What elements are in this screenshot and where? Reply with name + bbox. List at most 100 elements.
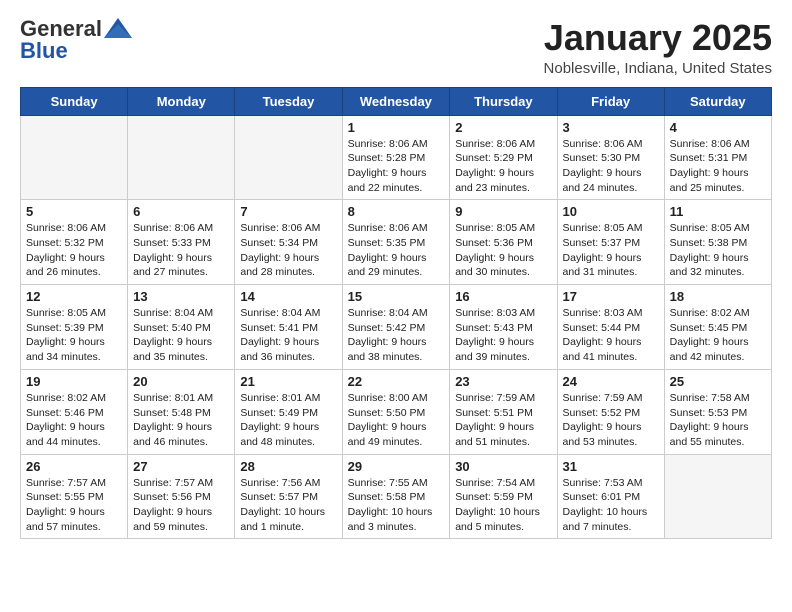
day-number: 1 xyxy=(348,120,445,135)
calendar-header-friday: Friday xyxy=(557,87,664,115)
calendar-day-cell xyxy=(128,115,235,200)
day-number: 12 xyxy=(26,289,122,304)
calendar-day-cell: 15Sunrise: 8:04 AMSunset: 5:42 PMDayligh… xyxy=(342,285,450,370)
calendar-day-cell: 13Sunrise: 8:04 AMSunset: 5:40 PMDayligh… xyxy=(128,285,235,370)
calendar-day-cell: 5 Sunrise: 8:06 AMSunset: 5:32 PMDaylight… xyxy=(21,200,128,285)
day-info: Sunrise: 8:05 AMSunset: 5:38 PMDaylight:… xyxy=(670,221,766,280)
calendar-day-cell: 10Sunrise: 8:05 AMSunset: 5:37 PMDayligh… xyxy=(557,200,664,285)
calendar-day-cell: 26 Sunrise: 7:57 AMSunset: 5:55 PMDayligh… xyxy=(21,454,128,539)
calendar-day-cell: 16 Sunrise: 8:03 AMSunset: 5:43 PMDayligh… xyxy=(450,285,557,370)
calendar-day-cell: 21Sunrise: 8:01 AMSunset: 5:49 PMDayligh… xyxy=(235,369,342,454)
calendar-day-cell: 18 Sunrise: 8:02 AMSunset: 5:45 PMDayligh… xyxy=(664,285,771,370)
day-info: Sunrise: 8:02 AMSunset: 5:45 PMDaylight:… xyxy=(670,306,766,365)
calendar-header-saturday: Saturday xyxy=(664,87,771,115)
day-info: Sunrise: 8:04 AMSunset: 5:41 PMDaylight:… xyxy=(240,306,336,365)
day-info: Sunrise: 8:06 AMSunset: 5:33 PMDaylight:… xyxy=(133,221,229,280)
day-info: Sunrise: 8:01 AMSunset: 5:48 PMDaylight:… xyxy=(133,391,229,450)
day-info: Sunrise: 8:06 AMSunset: 5:35 PMDaylight:… xyxy=(348,221,445,280)
day-number: 17 xyxy=(563,289,659,304)
day-info: Sunrise: 8:04 AMSunset: 5:40 PMDaylight:… xyxy=(133,306,229,365)
calendar-day-cell: 8 Sunrise: 8:06 AMSunset: 5:35 PMDaylight… xyxy=(342,200,450,285)
calendar-day-cell: 1 Sunrise: 8:06 AMSunset: 5:28 PMDaylight… xyxy=(342,115,450,200)
page: General Blue January 2025 Noblesville, I… xyxy=(0,0,792,557)
day-info: Sunrise: 7:56 AMSunset: 5:57 PMDaylight:… xyxy=(240,476,336,535)
day-info: Sunrise: 8:06 AMSunset: 5:34 PMDaylight:… xyxy=(240,221,336,280)
day-info: Sunrise: 8:01 AMSunset: 5:49 PMDaylight:… xyxy=(240,391,336,450)
calendar-week-row: 12 Sunrise: 8:05 AMSunset: 5:39 PMDayligh… xyxy=(21,285,772,370)
calendar-header-thursday: Thursday xyxy=(450,87,557,115)
day-number: 4 xyxy=(670,120,766,135)
day-number: 2 xyxy=(455,120,551,135)
calendar-header-row: SundayMondayTuesdayWednesdayThursdayFrid… xyxy=(21,87,772,115)
calendar-day-cell: 22Sunrise: 8:00 AMSunset: 5:50 PMDayligh… xyxy=(342,369,450,454)
day-number: 31 xyxy=(563,459,659,474)
calendar-week-row: 1 Sunrise: 8:06 AMSunset: 5:28 PMDaylight… xyxy=(21,115,772,200)
calendar-day-cell: 7Sunrise: 8:06 AMSunset: 5:34 PMDaylight… xyxy=(235,200,342,285)
day-info: Sunrise: 7:59 AMSunset: 5:52 PMDaylight:… xyxy=(563,391,659,450)
day-info: Sunrise: 8:06 AMSunset: 5:31 PMDaylight:… xyxy=(670,137,766,196)
day-info: Sunrise: 8:05 AMSunset: 5:39 PMDaylight:… xyxy=(26,306,122,365)
day-info: Sunrise: 8:06 AMSunset: 5:32 PMDaylight:… xyxy=(26,221,122,280)
day-info: Sunrise: 8:02 AMSunset: 5:46 PMDaylight:… xyxy=(26,391,122,450)
day-info: Sunrise: 8:03 AMSunset: 5:43 PMDaylight:… xyxy=(455,306,551,365)
calendar-week-row: 19 Sunrise: 8:02 AMSunset: 5:46 PMDayligh… xyxy=(21,369,772,454)
calendar-day-cell xyxy=(21,115,128,200)
calendar-day-cell: 25Sunrise: 7:58 AMSunset: 5:53 PMDayligh… xyxy=(664,369,771,454)
calendar-day-cell: 20Sunrise: 8:01 AMSunset: 5:48 PMDayligh… xyxy=(128,369,235,454)
day-number: 15 xyxy=(348,289,445,304)
day-info: Sunrise: 7:54 AMSunset: 5:59 PMDaylight:… xyxy=(455,476,551,535)
day-info: Sunrise: 7:57 AMSunset: 5:55 PMDaylight:… xyxy=(26,476,122,535)
day-number: 27 xyxy=(133,459,229,474)
day-number: 6 xyxy=(133,204,229,219)
calendar-day-cell xyxy=(235,115,342,200)
calendar-day-cell: 9 Sunrise: 8:05 AMSunset: 5:36 PMDaylight… xyxy=(450,200,557,285)
calendar-day-cell: 14 Sunrise: 8:04 AMSunset: 5:41 PMDayligh… xyxy=(235,285,342,370)
day-number: 14 xyxy=(240,289,336,304)
day-info: Sunrise: 8:06 AMSunset: 5:28 PMDaylight:… xyxy=(348,137,445,196)
logo-blue-text: Blue xyxy=(20,38,68,63)
calendar-day-cell: 30 Sunrise: 7:54 AMSunset: 5:59 PMDayligh… xyxy=(450,454,557,539)
day-info: Sunrise: 7:53 AMSunset: 6:01 PMDaylight:… xyxy=(563,476,659,535)
calendar-table: SundayMondayTuesdayWednesdayThursdayFrid… xyxy=(20,87,772,540)
title-location: Noblesville, Indiana, United States xyxy=(544,60,772,77)
logo-icon xyxy=(104,18,132,38)
day-number: 5 xyxy=(26,204,122,219)
day-number: 10 xyxy=(563,204,659,219)
day-number: 11 xyxy=(670,204,766,219)
day-info: Sunrise: 7:59 AMSunset: 5:51 PMDaylight:… xyxy=(455,391,551,450)
calendar-day-cell: 24 Sunrise: 7:59 AMSunset: 5:52 PMDayligh… xyxy=(557,369,664,454)
logo-general-text: General xyxy=(20,18,102,40)
day-info: Sunrise: 8:05 AMSunset: 5:36 PMDaylight:… xyxy=(455,221,551,280)
day-info: Sunrise: 8:06 AMSunset: 5:30 PMDaylight:… xyxy=(563,137,659,196)
calendar-day-cell: 3 Sunrise: 8:06 AMSunset: 5:30 PMDaylight… xyxy=(557,115,664,200)
calendar-day-cell: 11 Sunrise: 8:05 AMSunset: 5:38 PMDayligh… xyxy=(664,200,771,285)
calendar-day-cell: 17Sunrise: 8:03 AMSunset: 5:44 PMDayligh… xyxy=(557,285,664,370)
calendar-day-cell: 23Sunrise: 7:59 AMSunset: 5:51 PMDayligh… xyxy=(450,369,557,454)
day-number: 28 xyxy=(240,459,336,474)
day-number: 9 xyxy=(455,204,551,219)
calendar-day-cell: 27 Sunrise: 7:57 AMSunset: 5:56 PMDayligh… xyxy=(128,454,235,539)
day-number: 30 xyxy=(455,459,551,474)
day-number: 24 xyxy=(563,374,659,389)
calendar-day-cell: 4 Sunrise: 8:06 AMSunset: 5:31 PMDaylight… xyxy=(664,115,771,200)
calendar-header-wednesday: Wednesday xyxy=(342,87,450,115)
calendar-day-cell: 29 Sunrise: 7:55 AMSunset: 5:58 PMDayligh… xyxy=(342,454,450,539)
day-number: 19 xyxy=(26,374,122,389)
calendar-day-cell: 2Sunrise: 8:06 AMSunset: 5:29 PMDaylight… xyxy=(450,115,557,200)
day-number: 16 xyxy=(455,289,551,304)
calendar-day-cell xyxy=(664,454,771,539)
day-number: 22 xyxy=(348,374,445,389)
day-info: Sunrise: 7:55 AMSunset: 5:58 PMDaylight:… xyxy=(348,476,445,535)
day-number: 29 xyxy=(348,459,445,474)
day-info: Sunrise: 7:58 AMSunset: 5:53 PMDaylight:… xyxy=(670,391,766,450)
calendar-day-cell: 6 Sunrise: 8:06 AMSunset: 5:33 PMDaylight… xyxy=(128,200,235,285)
day-number: 3 xyxy=(563,120,659,135)
calendar-day-cell: 31 Sunrise: 7:53 AMSunset: 6:01 PMDayligh… xyxy=(557,454,664,539)
day-info: Sunrise: 7:57 AMSunset: 5:56 PMDaylight:… xyxy=(133,476,229,535)
calendar-week-row: 5 Sunrise: 8:06 AMSunset: 5:32 PMDaylight… xyxy=(21,200,772,285)
day-number: 18 xyxy=(670,289,766,304)
calendar-day-cell: 19 Sunrise: 8:02 AMSunset: 5:46 PMDayligh… xyxy=(21,369,128,454)
day-number: 8 xyxy=(348,204,445,219)
day-number: 26 xyxy=(26,459,122,474)
title-block: January 2025 Noblesville, Indiana, Unite… xyxy=(544,18,772,77)
